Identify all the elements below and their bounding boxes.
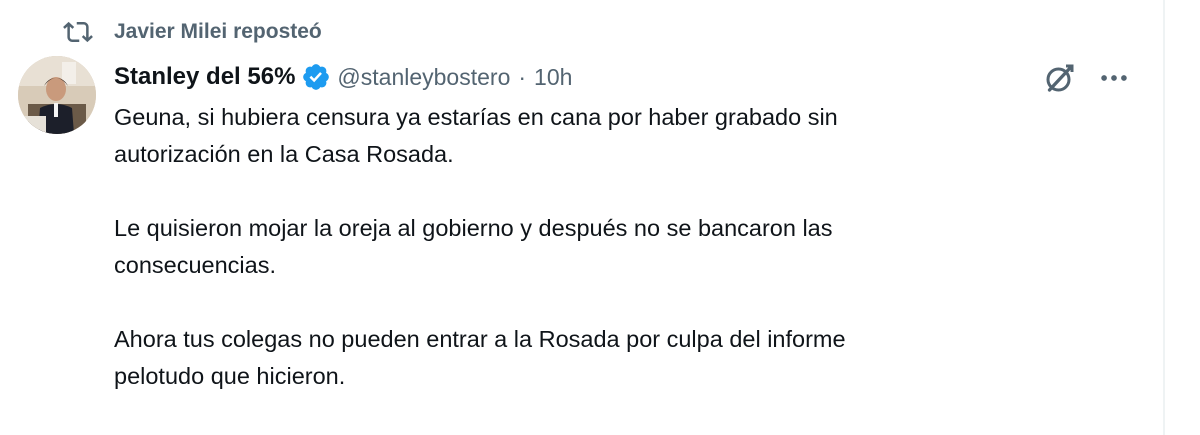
repost-icon (62, 16, 94, 48)
tweet-text: Geuna, si hubiera censura ya estarías en… (114, 99, 1124, 395)
tweet-line: pelotudo que hicieron. (114, 363, 346, 389)
tweet-header: Stanley del 56% @stanleybostero · 10h (114, 58, 572, 96)
tweet-paragraph: Ahora tus colegas no pueden entrar a la … (114, 321, 1124, 395)
more-icon[interactable] (1094, 58, 1134, 98)
tweet-paragraph: Le quisieron mojar la oreja al gobierno … (114, 210, 1124, 284)
grok-icon[interactable] (1040, 58, 1080, 98)
repost-label[interactable]: Javier Milei reposteó (114, 20, 322, 44)
tweet-line: autorización en la Casa Rosada. (114, 141, 454, 167)
avatar[interactable] (18, 56, 96, 134)
author-handle[interactable]: @stanleybostero (337, 64, 510, 91)
tweet-timestamp[interactable]: 10h (534, 64, 572, 91)
tweet-card[interactable]: Javier Milei reposteó Stanley del 56% @s… (0, 0, 1200, 435)
column-divider (1163, 0, 1165, 435)
display-name[interactable]: Stanley del 56% (114, 63, 295, 91)
header-separator: · (518, 63, 527, 90)
tweet-line: Le quisieron mojar la oreja al gobierno … (114, 215, 833, 241)
tweet-paragraph: Geuna, si hubiera censura ya estarías en… (114, 99, 1124, 173)
tweet-line: consecuencias. (114, 252, 276, 278)
verified-badge-icon[interactable] (301, 62, 331, 92)
repost-indicator: Javier Milei reposteó (62, 14, 322, 50)
tweet-line: Geuna, si hubiera censura ya estarías en… (114, 104, 838, 130)
tweet-line: Ahora tus colegas no pueden entrar a la … (114, 326, 846, 352)
